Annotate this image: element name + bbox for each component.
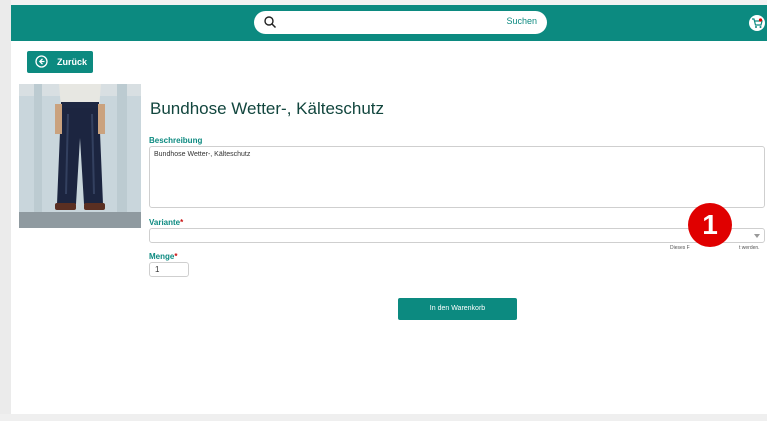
description-field[interactable]: Bundhose Wetter-, Kälteschutz: [149, 146, 765, 208]
required-asterisk: *: [174, 252, 178, 261]
search-button-label[interactable]: Suchen: [506, 16, 537, 26]
search-icon: [264, 16, 277, 29]
description-label: Beschreibung: [149, 136, 203, 145]
quantity-input[interactable]: 1: [149, 262, 189, 277]
cart-button[interactable]: [749, 15, 765, 31]
top-bar: Suchen: [11, 5, 767, 41]
description-text: Bundhose Wetter-, Kälteschutz: [154, 151, 251, 158]
product-photo: [19, 84, 141, 228]
variant-hint-start: Dieses F: [670, 245, 690, 251]
search-input[interactable]: Suchen: [254, 11, 547, 34]
variant-select[interactable]: [149, 228, 765, 243]
quantity-label-text: Menge: [149, 252, 175, 261]
variant-label-text: Variante: [149, 218, 181, 227]
back-button-label: Zurück: [57, 57, 88, 67]
add-to-cart-button[interactable]: In den Warenkorb: [398, 298, 517, 320]
product-image: [19, 84, 141, 228]
product-title: Bundhose Wetter-, Kälteschutz: [150, 99, 385, 118]
variant-hint-end: t werden.: [739, 245, 760, 251]
chevron-down-icon[interactable]: [754, 234, 760, 238]
window-bottom-frame: [0, 414, 767, 421]
shopping-cart-icon: [752, 18, 763, 28]
variant-label: Variante*: [149, 218, 183, 227]
required-asterisk: *: [180, 218, 184, 227]
quantity-label: Menge*: [149, 252, 177, 261]
window-left-frame: [0, 0, 11, 421]
annotation-marker: 1: [688, 203, 732, 247]
back-button[interactable]: Zurück: [27, 51, 93, 73]
arrow-left-circle-icon: [35, 55, 48, 68]
